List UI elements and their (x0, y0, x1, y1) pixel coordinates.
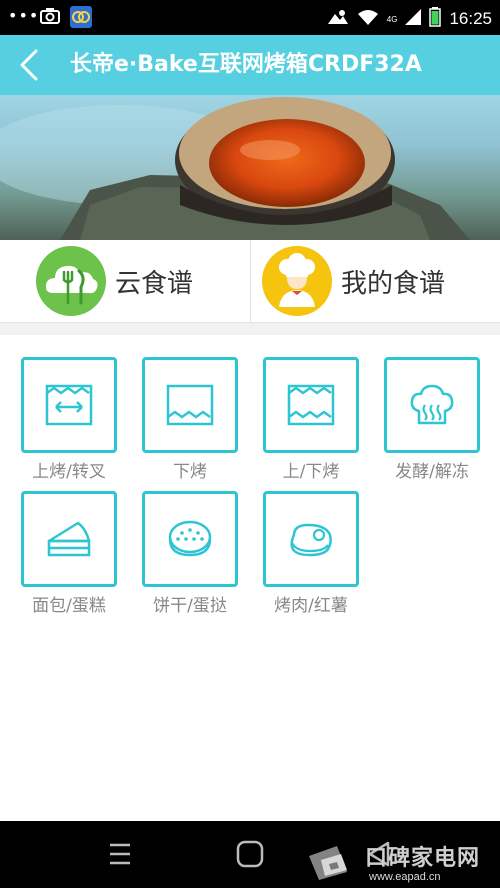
cloud-status-icon (327, 9, 349, 29)
app-notification-icon (70, 6, 92, 28)
network-type: 4G (386, 14, 398, 24)
cake-icon (47, 521, 91, 557)
cloud-recipes-label: 云食谱 (115, 268, 194, 299)
cloud-cutlery-icon (36, 246, 106, 316)
meat-icon (290, 523, 332, 557)
watermark-url: www.eapad.cn (369, 871, 441, 883)
chef-icon (262, 246, 332, 316)
back-chevron-icon (20, 49, 38, 81)
mode-tile (263, 357, 359, 453)
watermark-title: 口碑家电网 (365, 846, 481, 871)
mode-cookie-tart[interactable]: 饼干/蛋挞 (142, 491, 238, 616)
home-button[interactable] (232, 839, 268, 869)
mode-meat-sweet-potato[interactable]: 烤肉/红薯 (263, 491, 359, 616)
back-button[interactable] (14, 47, 48, 83)
mode-tile (21, 491, 117, 587)
mode-label: 上/下烤 (282, 462, 340, 482)
cookie-icon (168, 520, 212, 557)
watermark-logo-icon (309, 846, 347, 880)
my-recipes-label: 我的食谱 (341, 268, 446, 299)
top-bake-rotisserie-icon (45, 384, 93, 426)
mode-tile (21, 357, 117, 453)
mode-tile (384, 357, 480, 453)
bottom-bake-icon (166, 384, 214, 426)
my-recipes-button[interactable]: 我的食谱 (251, 240, 500, 322)
mode-bread-cake[interactable]: 面包/蛋糕 (21, 491, 117, 616)
mode-label: 发酵/解冻 (395, 462, 469, 482)
mode-tile (142, 491, 238, 587)
mode-grid: 上烤/转叉 下烤 上/下烤 发酵/解冻 面包/蛋糕 饼干/蛋挞 烤肉/红薯 (0, 335, 500, 635)
mode-ferment-defrost[interactable]: 发酵/解冻 (384, 357, 480, 482)
camera-notification-icon (40, 8, 60, 24)
cloud-recipes-button[interactable]: 云食谱 (0, 240, 250, 322)
mode-label: 面包/蛋糕 (32, 596, 106, 616)
notification-dots: ••• (8, 6, 40, 25)
menu-icon (110, 843, 130, 865)
section-separator (0, 323, 500, 335)
wifi-icon (357, 9, 379, 30)
ferment-defrost-icon (410, 384, 454, 425)
clock: 16:25 (449, 9, 492, 28)
mode-top-bottom-bake[interactable]: 上/下烤 (263, 357, 359, 482)
mode-label: 饼干/蛋挞 (153, 596, 227, 616)
top-bottom-bake-icon (287, 384, 335, 426)
mode-tile (263, 491, 359, 587)
recipe-section: 云食谱 我的食谱 (0, 240, 500, 323)
battery-icon (429, 7, 442, 31)
page-title: 长帝e·Bake互联网烤箱CRDF32A (70, 52, 422, 77)
mode-label: 下烤 (173, 462, 207, 482)
mode-top-bake-rotisserie[interactable]: 上烤/转叉 (21, 357, 117, 482)
mode-tile (142, 357, 238, 453)
home-icon (236, 840, 264, 868)
mode-label: 烤肉/红薯 (274, 596, 348, 616)
menu-button[interactable] (102, 839, 138, 869)
hero-banner-image (0, 95, 500, 240)
site-watermark: 口碑家电网 www.eapad.cn (305, 838, 500, 888)
status-bar: ••• 4G 16:25 (0, 0, 500, 35)
mode-bottom-bake[interactable]: 下烤 (142, 357, 238, 482)
mode-label: 上烤/转叉 (32, 462, 106, 482)
signal-icon (405, 9, 422, 29)
app-header: 长帝e·Bake互联网烤箱CRDF32A (0, 35, 500, 95)
